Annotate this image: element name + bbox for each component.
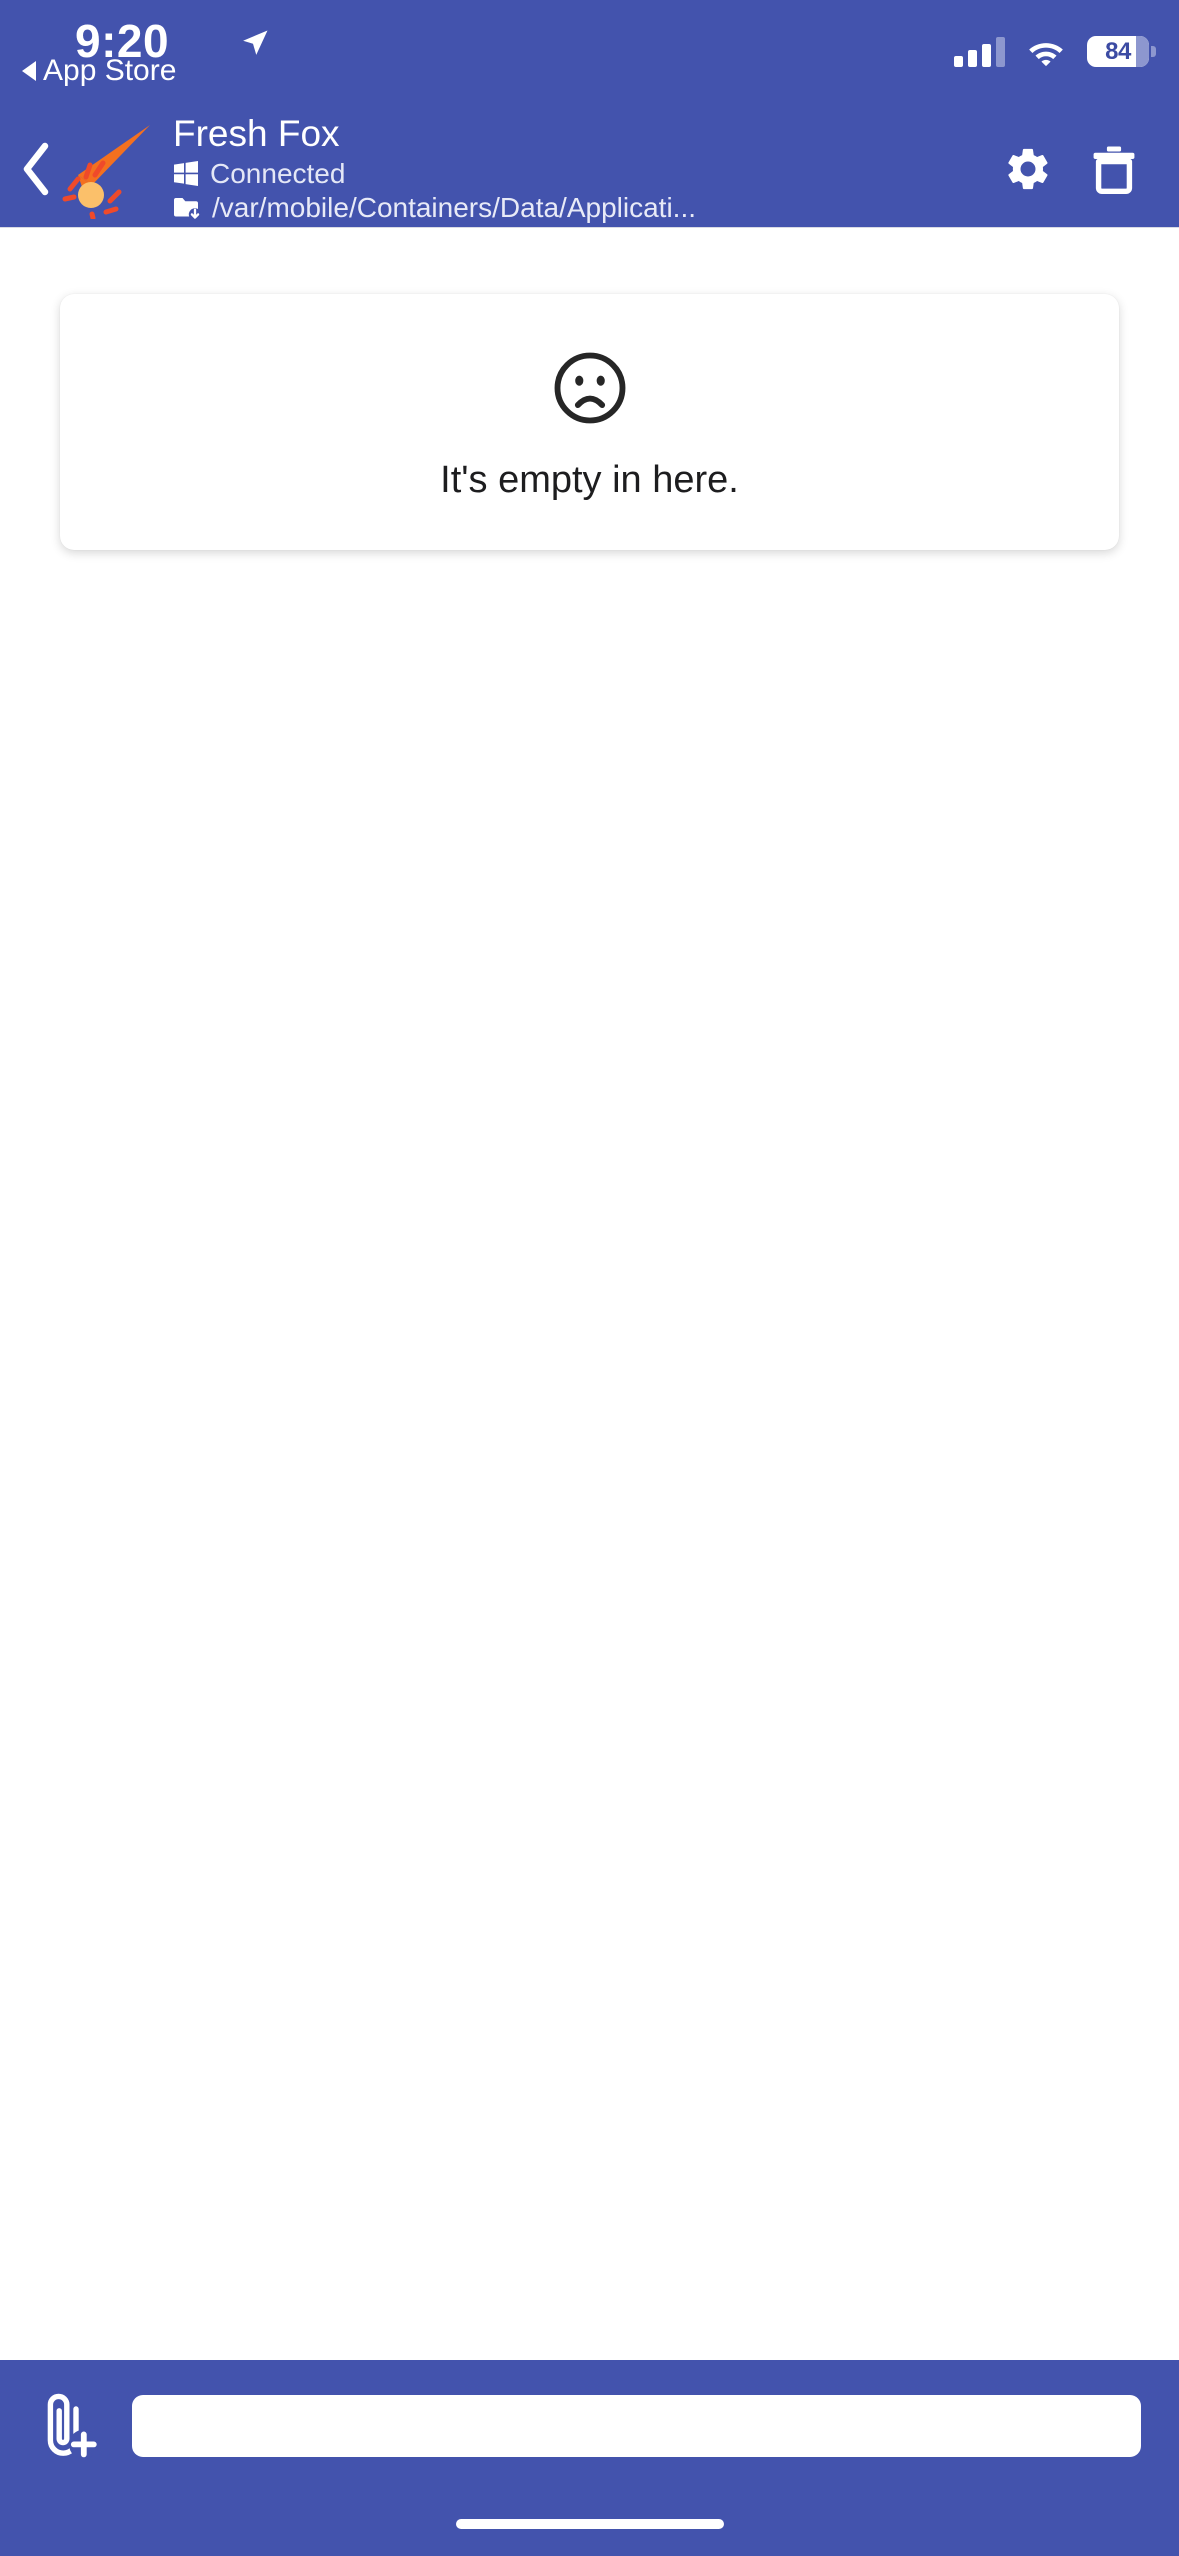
bottom-toolbar <box>0 2360 1179 2492</box>
working-directory[interactable]: /var/mobile/Containers/Data/Applicati... <box>173 191 993 225</box>
working-directory-label: /var/mobile/Containers/Data/Applicati... <box>212 192 696 224</box>
app-header: Fresh Fox Connected /var/mobile/Containe… <box>0 110 1179 227</box>
empty-state-card: It's empty in here. <box>60 294 1119 550</box>
back-button[interactable] <box>0 110 62 227</box>
back-to-app-store-button[interactable]: App Store <box>22 54 176 88</box>
app-info: Fresh Fox Connected /var/mobile/Containe… <box>157 112 993 225</box>
paperclip-plus-icon <box>47 2393 99 2460</box>
page-title: Fresh Fox <box>173 113 340 155</box>
home-bar-indicator[interactable] <box>455 2519 724 2529</box>
wifi-icon <box>1029 43 1063 67</box>
location-arrow-icon <box>243 30 268 55</box>
battery-icon: 84 <box>1087 36 1156 67</box>
back-app-label: App Store <box>43 54 177 87</box>
trash-icon[interactable] <box>1091 144 1137 194</box>
status-bar: 9:20 App Store 84 <box>0 0 1179 110</box>
empty-state-message: It's empty in here. <box>440 459 739 501</box>
comet-logo-icon <box>62 124 150 219</box>
battery-percent-label: 84 <box>1105 37 1131 65</box>
status-bar-indicators: 84 <box>954 36 1156 67</box>
file-list-area: It's empty in here. <box>0 227 1179 2360</box>
app-logo <box>62 119 157 219</box>
cellular-signal-icon <box>954 37 1005 67</box>
folder-download-icon <box>174 198 201 221</box>
attach-file-button[interactable] <box>30 2388 106 2464</box>
home-indicator-area <box>0 2492 1179 2556</box>
gear-icon[interactable] <box>1003 144 1053 194</box>
battery-level-fill <box>1136 36 1149 67</box>
back-triangle-icon <box>22 61 36 81</box>
phone-screen: 9:20 App Store 84 Fresh Fox Connected /v… <box>0 0 1179 2556</box>
chevron-left-icon <box>23 142 49 195</box>
message-input[interactable] <box>132 2395 1141 2457</box>
connection-status: Connected <box>173 157 993 191</box>
connection-status-label: Connected <box>210 157 346 189</box>
windows-logo-icon <box>174 160 198 186</box>
app-header-actions <box>993 144 1179 194</box>
frowning-face-icon <box>554 352 625 424</box>
